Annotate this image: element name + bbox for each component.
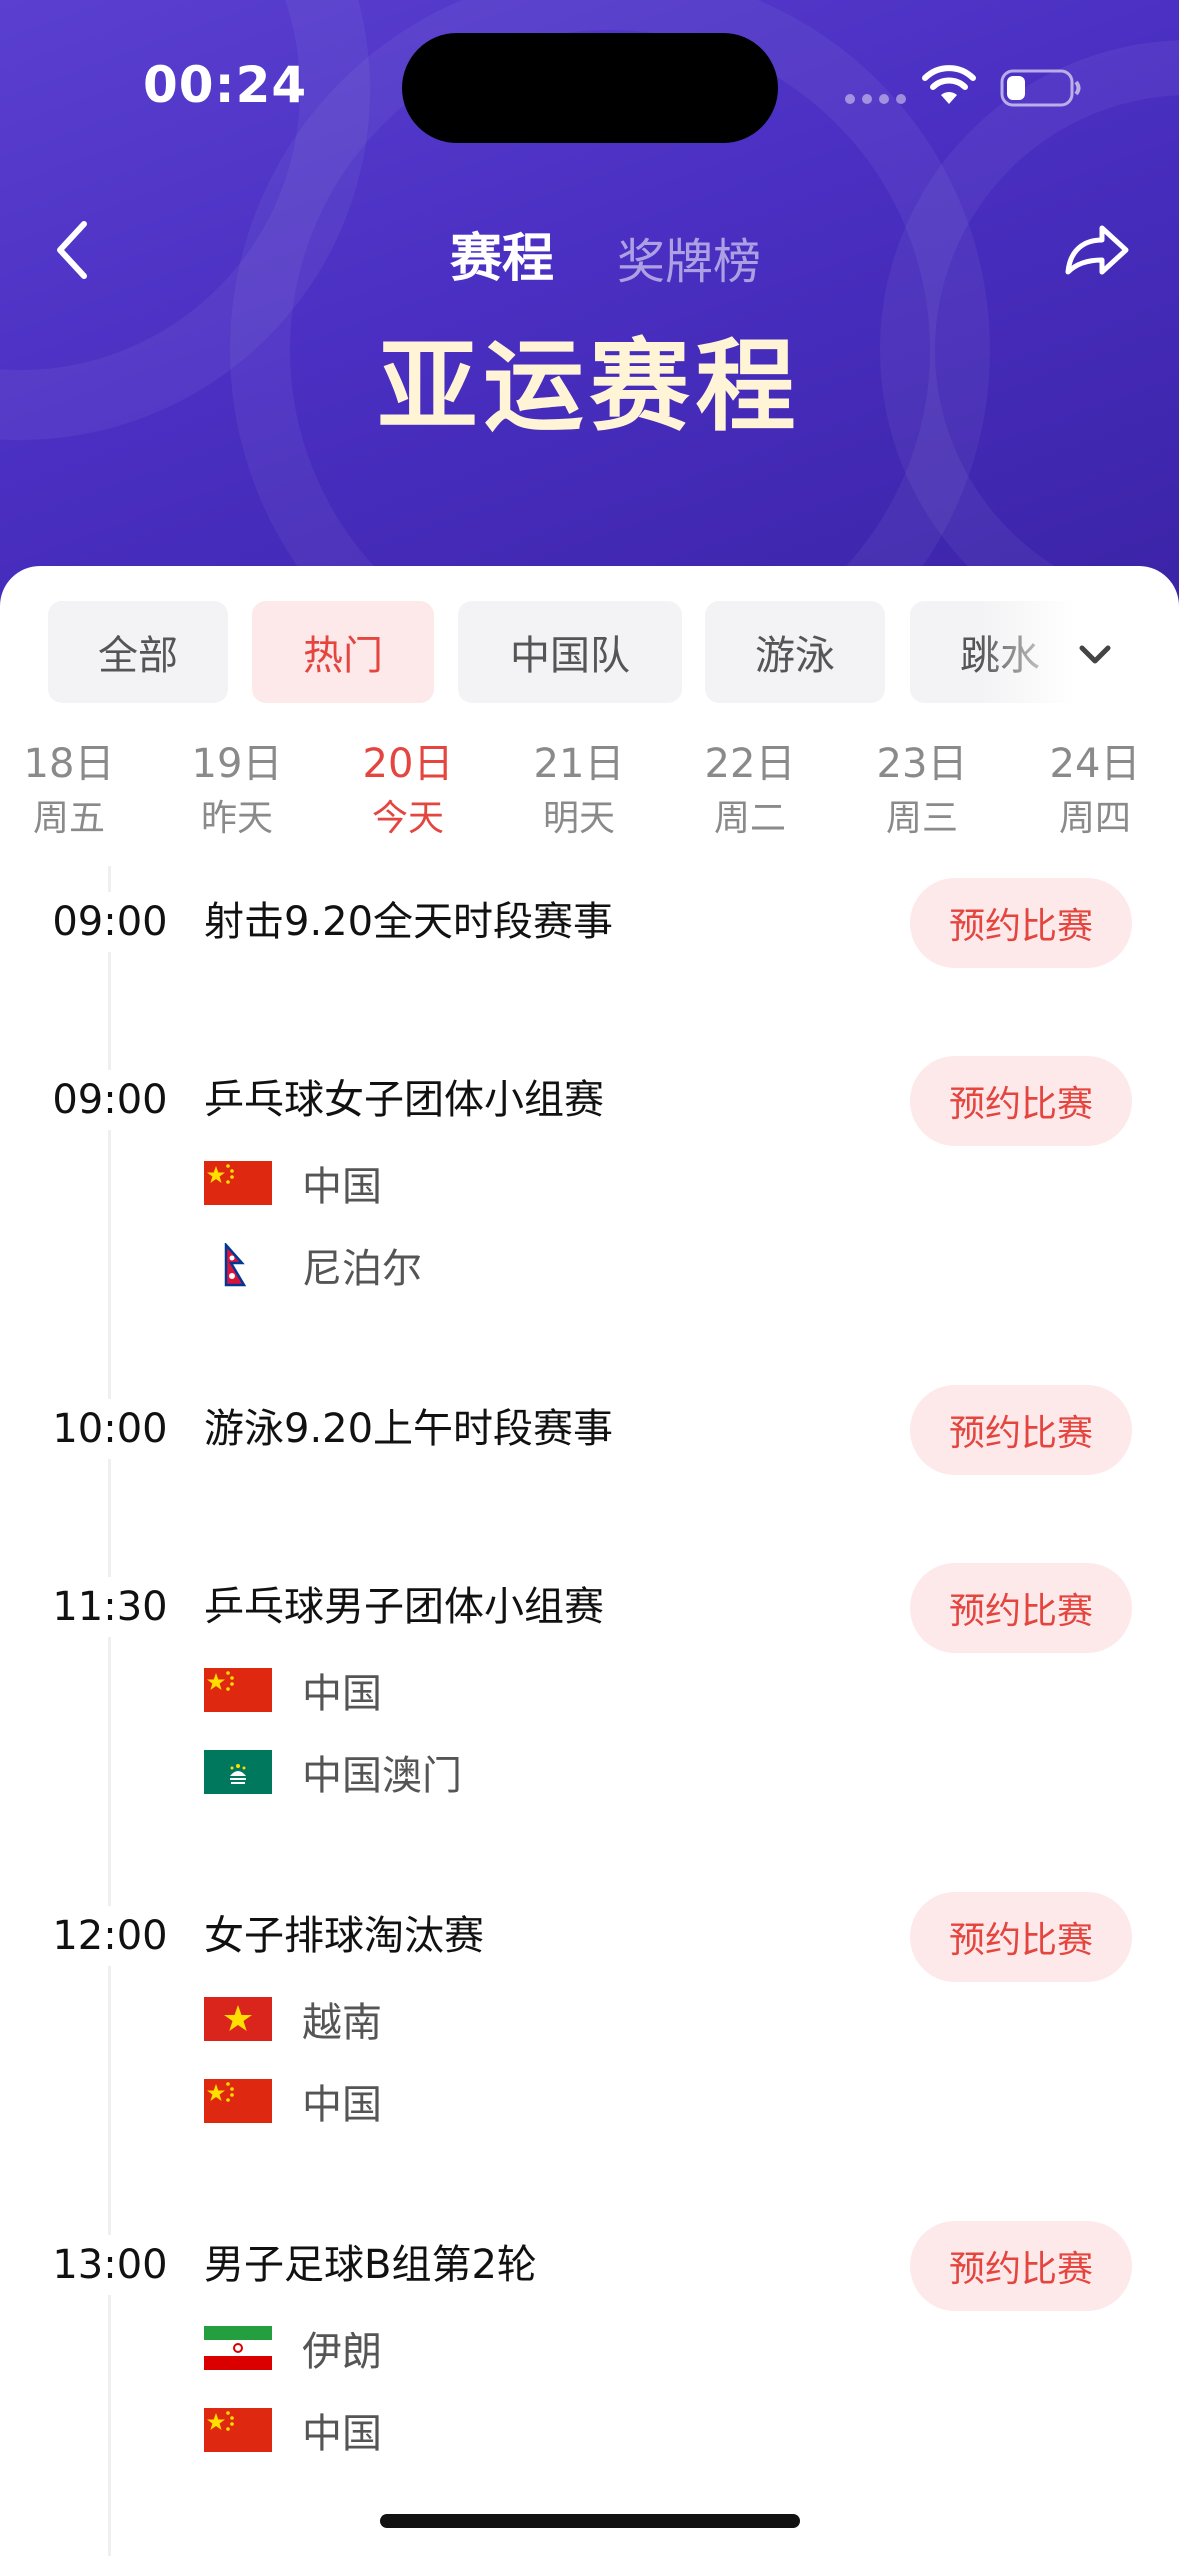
date-day: 18日: [23, 741, 115, 787]
team-row: 中国: [204, 1153, 382, 1213]
battery-icon: [1000, 69, 1081, 107]
schedule-sheet: 全部 热门 中国队 游泳 跳水 18日 周五 19日 昨天 20日 今天 21日…: [0, 566, 1179, 2556]
team-row: 中国: [204, 2400, 382, 2460]
date-week: 今天: [371, 798, 444, 839]
back-button[interactable]: [44, 210, 104, 290]
date-day: 22日: [704, 741, 796, 787]
filter-china-team[interactable]: 中国队: [458, 601, 682, 703]
china-flag-icon: [204, 1161, 272, 1205]
team-row: 中国: [204, 2071, 382, 2131]
team-row: 越南: [204, 1989, 382, 2049]
dynamic-island: [402, 33, 778, 143]
reserve-button[interactable]: 预约比赛: [910, 1563, 1132, 1653]
team-name: 中国: [302, 1164, 382, 1210]
reserve-button[interactable]: 预约比赛: [910, 1385, 1132, 1475]
page-title: 亚运赛程: [377, 328, 802, 445]
wifi-icon: [922, 65, 976, 104]
team-name: 中国: [302, 2411, 382, 2457]
date-item[interactable]: 22日 周二: [685, 736, 815, 846]
share-button[interactable]: [1056, 210, 1136, 290]
reserve-button[interactable]: 预约比赛: [910, 2221, 1132, 2311]
team-name: 中国: [302, 1671, 382, 1717]
event-title: 男子足球B组第2轮: [204, 2242, 537, 2288]
date-item[interactable]: 21日 明天: [514, 736, 644, 846]
date-item[interactable]: 24日 周四: [1030, 736, 1160, 846]
event-time: 11:30: [0, 1577, 220, 1637]
team-name: 尼泊尔: [302, 1246, 422, 1292]
date-day: 20日: [362, 741, 454, 787]
event-time: 09:00: [0, 892, 220, 952]
team-row: 中国: [204, 1660, 382, 1720]
team-name: 中国澳门: [302, 1753, 462, 1799]
team-name: 越南: [302, 2000, 382, 2046]
filter-chips: 全部 热门 中国队 游泳 跳水: [0, 601, 1179, 705]
event-time: 10:00: [0, 1399, 220, 1459]
tab-schedule[interactable]: 赛程: [450, 216, 554, 291]
reserve-button[interactable]: 预约比赛: [910, 1056, 1132, 1146]
nepal-flag-icon: [204, 1243, 272, 1287]
date-day: 23日: [876, 741, 968, 787]
event-time: 12:00: [0, 1906, 220, 1966]
event-title: 乒乓球女子团体小组赛: [204, 1077, 604, 1123]
china-flag-icon: [204, 2079, 272, 2123]
team-name: 中国: [302, 2082, 382, 2128]
team-row: 伊朗: [204, 2318, 382, 2378]
chevron-down-icon[interactable]: [1072, 631, 1118, 677]
date-item[interactable]: 19日 昨天: [172, 736, 302, 846]
home-indicator[interactable]: [380, 2514, 800, 2528]
date-day: 21日: [533, 741, 625, 787]
team-row: 中国澳门: [204, 1742, 462, 1802]
reserve-button[interactable]: 预约比赛: [910, 1892, 1132, 1982]
date-item-today[interactable]: 20日 今天: [343, 736, 473, 846]
vietnam-flag-icon: [204, 1997, 272, 2041]
china-flag-icon: [204, 2408, 272, 2452]
event-title: 游泳9.20上午时段赛事: [204, 1406, 614, 1452]
team-name: 伊朗: [302, 2329, 382, 2375]
cellular-signal-icon: [845, 94, 906, 104]
event-time: 13:00: [0, 2235, 220, 2295]
filter-all[interactable]: 全部: [48, 601, 228, 703]
date-day: 19日: [191, 741, 283, 787]
date-item[interactable]: 23日 周三: [857, 736, 987, 846]
iran-flag-icon: [204, 2326, 272, 2370]
date-day: 24日: [1049, 741, 1141, 787]
macau-flag-icon: [204, 1750, 272, 1794]
date-week: 周三: [885, 798, 958, 839]
event-time: 09:00: [0, 1070, 220, 1130]
date-week: 周五: [32, 798, 105, 839]
header: 00:24 赛程 奖牌榜 亚运赛程: [0, 0, 1179, 620]
date-week: 明天: [542, 798, 615, 839]
status-time: 00:24: [143, 56, 308, 114]
event-title: 女子排球淘汰赛: [204, 1913, 484, 1959]
filter-swimming[interactable]: 游泳: [705, 601, 885, 703]
date-week: 周四: [1058, 798, 1131, 839]
event-title: 乒乓球男子团体小组赛: [204, 1584, 604, 1630]
date-week: 周二: [713, 798, 786, 839]
filter-hot[interactable]: 热门: [252, 601, 434, 703]
date-item[interactable]: 18日 周五: [4, 736, 134, 846]
china-flag-icon: [204, 1668, 272, 1712]
tab-medals[interactable]: 奖牌榜: [617, 222, 761, 292]
date-week: 昨天: [200, 798, 273, 839]
team-row: 尼泊尔: [204, 1235, 422, 1295]
event-title: 射击9.20全天时段赛事: [204, 899, 614, 945]
reserve-button[interactable]: 预约比赛: [910, 878, 1132, 968]
date-selector: 18日 周五 19日 昨天 20日 今天 21日 明天 22日 周二 23日 周…: [0, 736, 1179, 856]
